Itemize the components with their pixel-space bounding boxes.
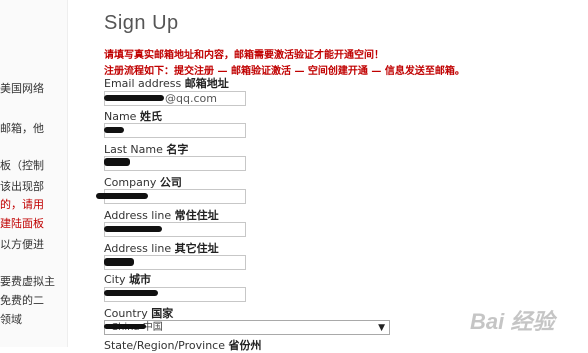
- redaction-mark: [104, 158, 130, 166]
- page-title: Sign Up: [104, 12, 179, 34]
- redaction-mark: [104, 290, 158, 296]
- country-label: Country 国家: [104, 307, 174, 320]
- redaction-mark: [96, 193, 148, 199]
- email-value: @qq.com: [165, 92, 217, 105]
- redaction-mark: [104, 324, 146, 329]
- email-label: Email address 邮箱地址: [104, 77, 229, 90]
- address2-label: Address line 其它住址: [104, 242, 219, 255]
- sidebar-line: 的，请用: [0, 198, 44, 211]
- watermark-logo: Bai 经验: [470, 309, 555, 334]
- name-label: Name 姓氏: [104, 110, 162, 123]
- sidebar-line: 免费的二: [0, 294, 44, 307]
- sidebar-line: 该出现部: [0, 180, 44, 193]
- lastname-label: Last Name 名字: [104, 143, 189, 156]
- state-label: State/Region/Province 省份州: [104, 339, 262, 352]
- redaction-mark: [104, 226, 162, 232]
- company-label: Company 公司: [104, 176, 182, 189]
- sidebar-line: 邮箱，他: [0, 122, 44, 135]
- name-field[interactable]: [104, 123, 246, 138]
- notice-text: 请填写真实邮箱地址和内容，邮箱需要激活验证才能开通空间！: [104, 50, 384, 61]
- redaction-mark: [104, 127, 124, 133]
- sidebar-line: 以方便进: [0, 238, 44, 251]
- left-sidebar: 美国网络 邮箱，他 板（控制 该出现部 的，请用 建陆面板 以方便进 要费虚拟主…: [0, 0, 68, 347]
- sidebar-line: 领域: [0, 313, 22, 326]
- country-select[interactable]: China 中国 ▼: [104, 320, 390, 335]
- address1-label: Address line 常住住址: [104, 209, 219, 222]
- sidebar-line: 要费虚拟主: [0, 275, 55, 288]
- chevron-down-icon: ▼: [378, 323, 385, 333]
- redaction-mark: [104, 258, 134, 266]
- redaction-mark: [104, 95, 164, 101]
- sidebar-line: 建陆面板: [0, 217, 44, 230]
- sidebar-line: 板（控制: [0, 159, 44, 172]
- sidebar-line: 美国网络: [0, 82, 44, 95]
- city-label: City 城市: [104, 273, 152, 286]
